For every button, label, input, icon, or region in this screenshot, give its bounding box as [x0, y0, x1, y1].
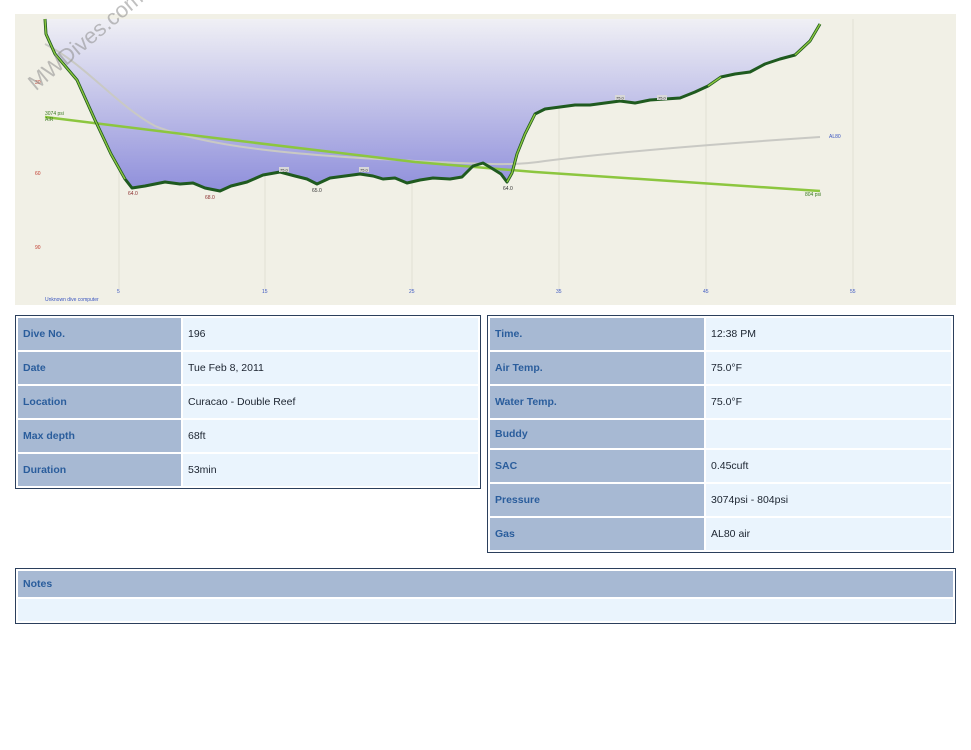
depth-label: 64.0: [503, 186, 513, 192]
dive-computer-label: Unknown dive computer: [45, 297, 99, 303]
end-pressure-label: 804 psi: [805, 192, 821, 198]
air-temp-label: Air Temp.: [490, 352, 704, 384]
depth-area-fill: [45, 19, 820, 191]
table-row: Water Temp. 75.0°F: [490, 386, 951, 418]
pressure-label: Pressure: [490, 484, 704, 516]
start-pressure-sublabel: AIR: [45, 117, 54, 123]
buddy-value: [706, 420, 951, 448]
location-label: Location: [18, 386, 181, 418]
sac-value: 0.45cuft: [706, 450, 951, 482]
water-temp-value: 75.0°F: [706, 386, 951, 418]
depth-label: 64.0: [128, 191, 138, 197]
table-row: Location Curacao - Double Reef: [18, 386, 478, 418]
table-row: Date Tue Feb 8, 2011: [18, 352, 478, 384]
table-row: Max depth 68ft: [18, 420, 478, 452]
notes-text: [18, 599, 953, 621]
buddy-label: Buddy: [490, 420, 704, 448]
table-row: SAC 0.45cuft: [490, 450, 951, 482]
air-temp-value: 75.0°F: [706, 352, 951, 384]
temp-label: 75.0: [615, 95, 625, 101]
depth-label: 68.0: [205, 195, 215, 201]
svg-text:75.0: 75.0: [658, 96, 667, 101]
sac-label: SAC: [490, 450, 704, 482]
temp-label: 75.0: [359, 167, 369, 173]
max-depth-label: Max depth: [18, 420, 181, 452]
pressure-value: 3074psi - 804psi: [706, 484, 951, 516]
time-tick: 25: [409, 289, 415, 295]
temp-label: 75.0: [279, 167, 289, 173]
svg-text:75.0: 75.0: [360, 168, 369, 173]
table-row: Air Temp. 75.0°F: [490, 352, 951, 384]
table-row: Duration 53min: [18, 454, 478, 486]
time-tick: 45: [703, 289, 709, 295]
dive-profile-chart: 30 60 90 5 15 25 35 45 55 64.0 68.0 65.0…: [15, 0, 956, 305]
table-row: Dive No. 196: [18, 318, 478, 350]
time-tick: 5: [117, 289, 120, 295]
max-depth-value: 68ft: [183, 420, 478, 452]
svg-text:75.0: 75.0: [616, 96, 625, 101]
gas-value: AL80 air: [706, 518, 951, 550]
depth-label: 65.0: [312, 188, 322, 194]
dive-profile-svg: 30 60 90 5 15 25 35 45 55 64.0 68.0 65.0…: [35, 18, 856, 303]
series-label: AL80: [829, 134, 841, 140]
dive-number-label: Dive No.: [18, 318, 181, 350]
time-tick: 15: [262, 289, 268, 295]
table-row: Gas AL80 air: [490, 518, 951, 550]
dive-info-table: Dive No. 196 Date Tue Feb 8, 2011 Locati…: [15, 315, 481, 489]
table-row: Pressure 3074psi - 804psi: [490, 484, 951, 516]
duration-label: Duration: [18, 454, 181, 486]
depth-tick: 60: [35, 171, 41, 177]
temp-label: 75.0: [657, 95, 667, 101]
time-value: 12:38 PM: [706, 318, 951, 350]
location-value: Curacao - Double Reef: [183, 386, 478, 418]
time-tick: 55: [850, 289, 856, 295]
time-tick: 35: [556, 289, 562, 295]
notes-label: Notes: [18, 571, 953, 597]
notes-panel: Notes: [15, 568, 956, 624]
dive-number-value: 196: [183, 318, 478, 350]
depth-tick: 90: [35, 245, 41, 251]
water-temp-label: Water Temp.: [490, 386, 704, 418]
time-label: Time.: [490, 318, 704, 350]
table-row: Buddy: [490, 420, 951, 448]
date-value: Tue Feb 8, 2011: [183, 352, 478, 384]
conditions-table: Time. 12:38 PM Air Temp. 75.0°F Water Te…: [487, 315, 954, 553]
table-row: Time. 12:38 PM: [490, 318, 951, 350]
duration-value: 53min: [183, 454, 478, 486]
date-label: Date: [18, 352, 181, 384]
gas-label: Gas: [490, 518, 704, 550]
svg-text:75.0: 75.0: [280, 168, 289, 173]
